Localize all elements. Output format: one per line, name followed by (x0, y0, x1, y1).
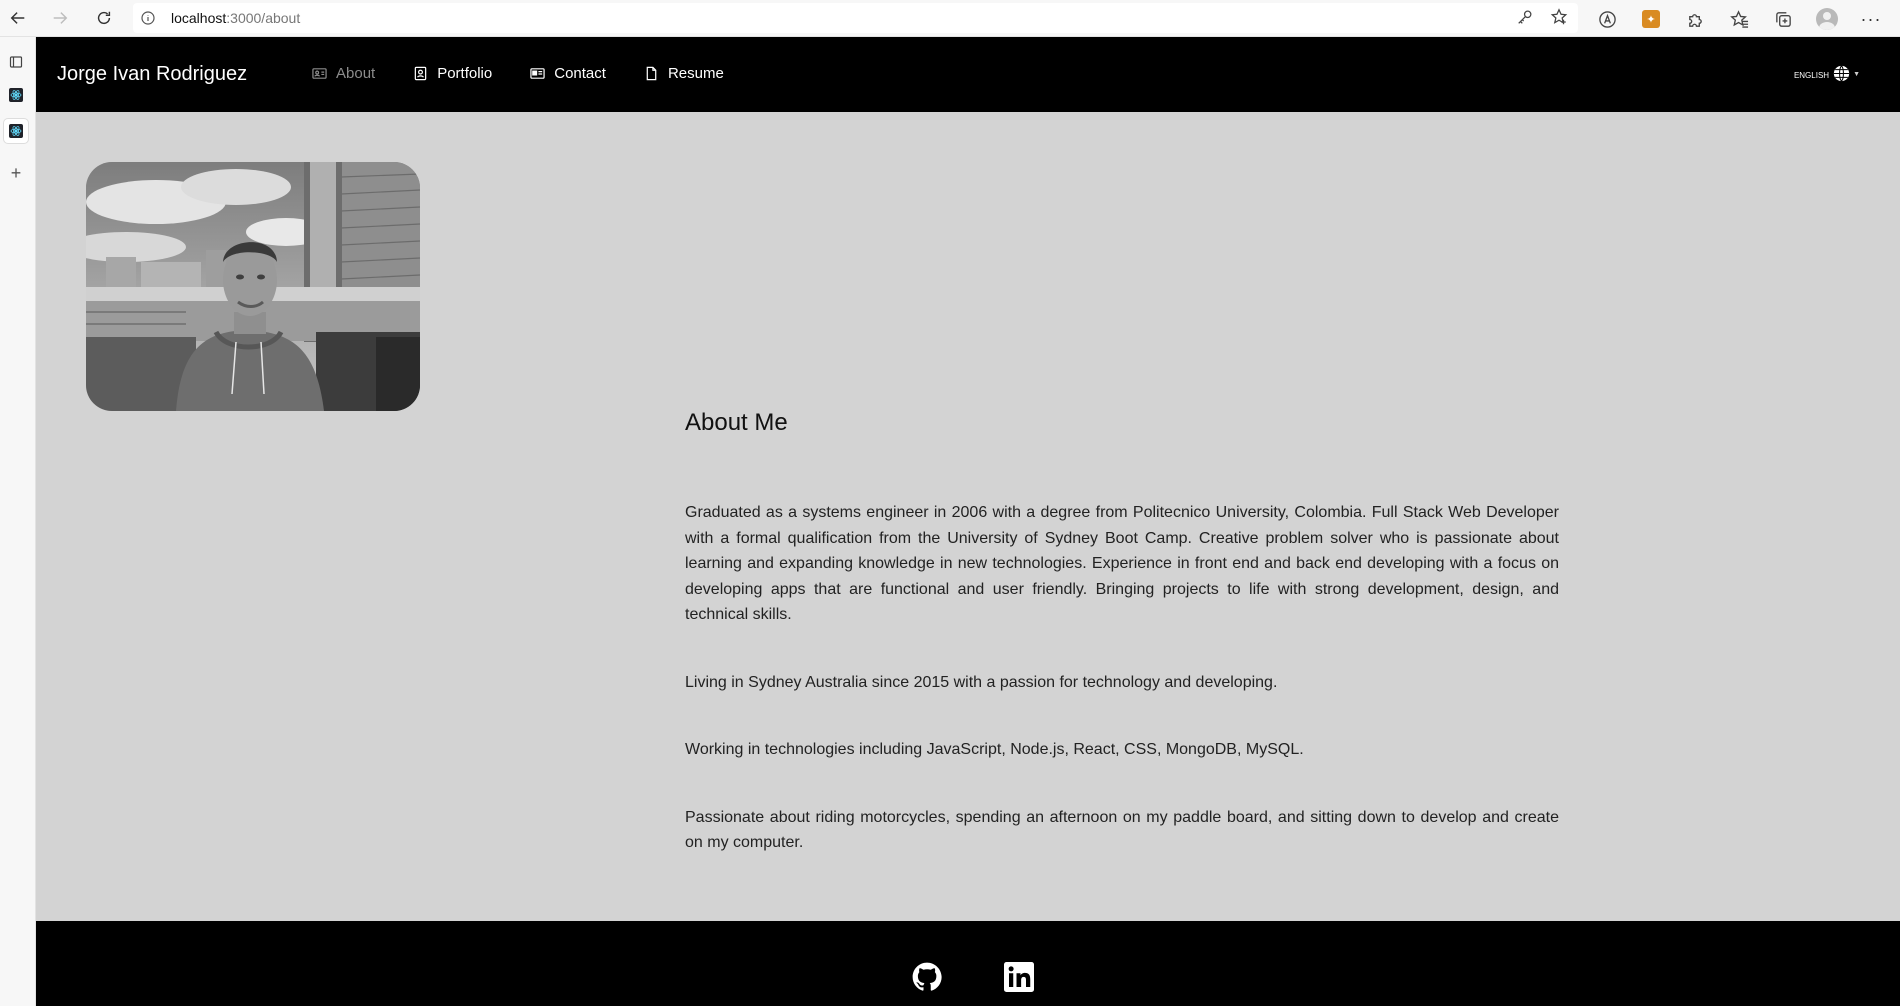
tab-actions-icon[interactable] (4, 50, 28, 74)
site-footer (36, 921, 1900, 1006)
site-navbar: Jorge Ivan Rodriguez About Portfolio Con… (36, 37, 1900, 112)
nav-portfolio[interactable]: Portfolio (413, 65, 492, 82)
nav-resume[interactable]: Resume (644, 65, 724, 82)
url-text: localhost:3000/about (171, 10, 301, 26)
address-bar[interactable]: localhost:3000/about (133, 3, 1578, 33)
nav-label: About (336, 65, 376, 82)
refresh-icon[interactable] (86, 3, 122, 33)
github-icon[interactable] (912, 962, 942, 992)
about-title: About Me (685, 409, 788, 436)
about-paragraph: Working in technologies including JavaSc… (685, 741, 1304, 758)
react-tab-icon[interactable] (4, 83, 28, 107)
language-selector[interactable]: ENGLISH ▼ (1794, 65, 1860, 82)
nav-label: Resume (667, 65, 724, 82)
linkedin-icon[interactable] (1004, 962, 1034, 992)
globe-icon (1833, 65, 1850, 82)
about-section: About Me Graduated as a systems engineer… (685, 409, 1559, 856)
react-tab-icon[interactable] (4, 119, 28, 143)
back-icon[interactable] (0, 3, 36, 33)
read-aloud-icon[interactable] (1585, 4, 1629, 34)
file-icon (646, 66, 657, 81)
forward-icon[interactable] (42, 3, 78, 33)
nav-about[interactable]: About (312, 65, 375, 82)
new-tab-icon[interactable]: + (4, 161, 28, 185)
vertical-tab-strip: + (0, 37, 36, 1006)
nav-contact[interactable]: Contact (530, 65, 606, 82)
extensions-icon[interactable] (1673, 4, 1717, 34)
info-icon[interactable] (133, 11, 163, 25)
profile-photo (86, 162, 420, 411)
nav-label: Portfolio (437, 65, 493, 82)
about-paragraph: Living in Sydney Australia since 2015 wi… (685, 673, 1278, 691)
nav-label: Contact (554, 65, 606, 82)
nav-links: About Portfolio Contact Resume (312, 65, 762, 82)
browser-toolbar: localhost:3000/about ✦ ··· (0, 0, 1900, 37)
extension-badge-icon[interactable]: ✦ (1629, 4, 1673, 34)
language-label: ENGLISH (1793, 71, 1830, 80)
profile-avatar[interactable] (1805, 4, 1849, 34)
favorite-add-icon[interactable] (1550, 8, 1568, 31)
about-paragraph: Graduated as a systems engineer in 2006 … (685, 504, 1559, 623)
key-icon[interactable] (1516, 8, 1534, 31)
about-paragraph: Passionate about riding motorcycles, spe… (685, 808, 1559, 852)
portrait-icon (414, 66, 427, 81)
chevron-down-icon: ▼ (1853, 71, 1860, 78)
favorites-icon[interactable] (1717, 4, 1761, 34)
brand-name[interactable]: Jorge Ivan Rodriguez (57, 63, 247, 86)
contact-card-icon (530, 68, 545, 79)
more-icon[interactable]: ··· (1849, 4, 1893, 34)
page: Jorge Ivan Rodriguez About Portfolio Con… (36, 37, 1900, 1006)
id-card-icon (312, 68, 327, 79)
collections-icon[interactable] (1761, 4, 1805, 34)
